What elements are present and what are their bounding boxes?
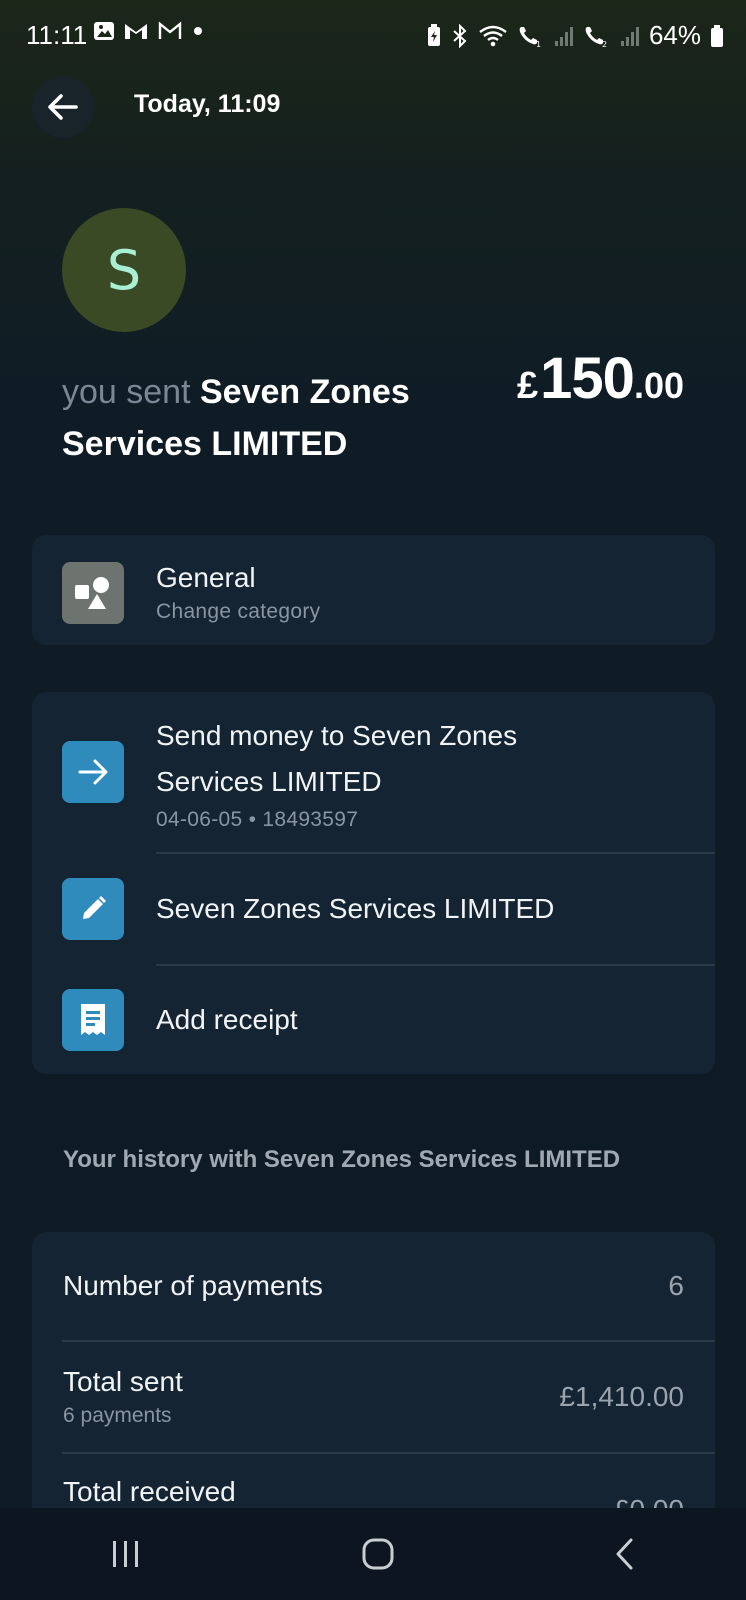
- category-row[interactable]: General Change category: [32, 535, 715, 651]
- battery-icon: [710, 24, 724, 48]
- signal-icon: [554, 24, 574, 48]
- status-right-icons: 1 2 64%: [426, 20, 724, 51]
- avatar-initial: S: [106, 238, 142, 302]
- page-title: Today, 11:09: [134, 90, 281, 118]
- account-details: 04-06-05 • 18493597: [156, 808, 359, 831]
- receipt-tile: [62, 989, 124, 1051]
- home-button[interactable]: [361, 1537, 395, 1571]
- number-of-payments-label: Number of payments: [63, 1270, 323, 1301]
- arrow-right-icon: [76, 757, 110, 787]
- add-receipt-label: Add receipt: [156, 1004, 298, 1035]
- send-money-title: Send money to Seven Zones Services LIMIT…: [156, 720, 518, 797]
- call-sim2-icon: 2: [583, 24, 611, 48]
- total-sent-row[interactable]: Total sent 6 payments £1,410.00: [32, 1342, 715, 1452]
- receipt-icon: [77, 1002, 109, 1038]
- pencil-icon: [77, 893, 109, 925]
- wifi-icon: [478, 24, 508, 48]
- number-of-payments-row: Number of payments 6: [32, 1232, 715, 1340]
- gallery-icon: [93, 20, 115, 42]
- back-button[interactable]: [32, 76, 94, 138]
- svg-text:1: 1: [536, 40, 541, 48]
- status-bar: 11:11 1 2 64%: [0, 0, 746, 68]
- category-title: General: [156, 562, 256, 593]
- edit-tile: [62, 878, 124, 940]
- reference-title: Seven Zones Services LIMITED: [156, 893, 555, 924]
- dot-icon: [191, 24, 205, 38]
- send-money-row[interactable]: Send money to Seven Zones Services LIMIT…: [32, 692, 715, 852]
- total-received-label: Total received: [63, 1476, 236, 1507]
- status-time: 11:11: [26, 20, 88, 50]
- history-card: Number of payments 6 Total sent 6 paymen…: [32, 1232, 715, 1508]
- total-received-value: £0.00: [614, 1494, 684, 1508]
- bluetooth-icon: [451, 23, 469, 48]
- number-of-payments-value: 6: [668, 1270, 684, 1301]
- svg-text:2: 2: [602, 40, 607, 48]
- category-tile: [62, 562, 124, 624]
- summary-prefix: you sent: [62, 373, 191, 411]
- system-nav-bar: [0, 1508, 746, 1600]
- gmail-icon: [123, 21, 149, 41]
- actions-card: Send money to Seven Zones Services LIMIT…: [32, 692, 715, 1074]
- add-receipt-row[interactable]: Add receipt: [32, 966, 715, 1074]
- total-sent-label: Total sent: [63, 1366, 183, 1397]
- send-tile: [62, 741, 124, 803]
- transaction-summary: you sent Seven Zones Services LIMITED: [62, 366, 462, 470]
- total-sent-sub: 6 payments: [63, 1404, 172, 1427]
- amount-decimal: .00: [633, 365, 684, 406]
- call-sim1-icon: 1: [517, 24, 545, 48]
- category-card[interactable]: General Change category: [32, 535, 715, 645]
- transaction-amount: £ 150 .00: [517, 345, 684, 412]
- amount-integer: 150: [540, 346, 635, 411]
- total-sent-value: £1,410.00: [559, 1381, 684, 1412]
- battery-saver-icon: [426, 23, 442, 48]
- status-left-icons: [93, 20, 205, 42]
- arrow-left-icon: [46, 92, 80, 122]
- back-nav-button[interactable]: [613, 1537, 637, 1571]
- reference-row[interactable]: Seven Zones Services LIMITED: [32, 854, 715, 964]
- total-received-row[interactable]: Total received £0.00: [32, 1454, 715, 1508]
- gmail-outline-icon: [157, 21, 183, 41]
- history-heading: Your history with Seven Zones Services L…: [63, 1146, 621, 1173]
- battery-percent: 64%: [648, 20, 701, 50]
- signal-icon: [620, 24, 640, 48]
- category-subtitle: Change category: [156, 600, 321, 623]
- shapes-icon: [71, 571, 115, 615]
- recent-apps-button[interactable]: [109, 1539, 143, 1569]
- payee-avatar: S: [62, 208, 186, 332]
- amount-currency: £: [517, 365, 539, 407]
